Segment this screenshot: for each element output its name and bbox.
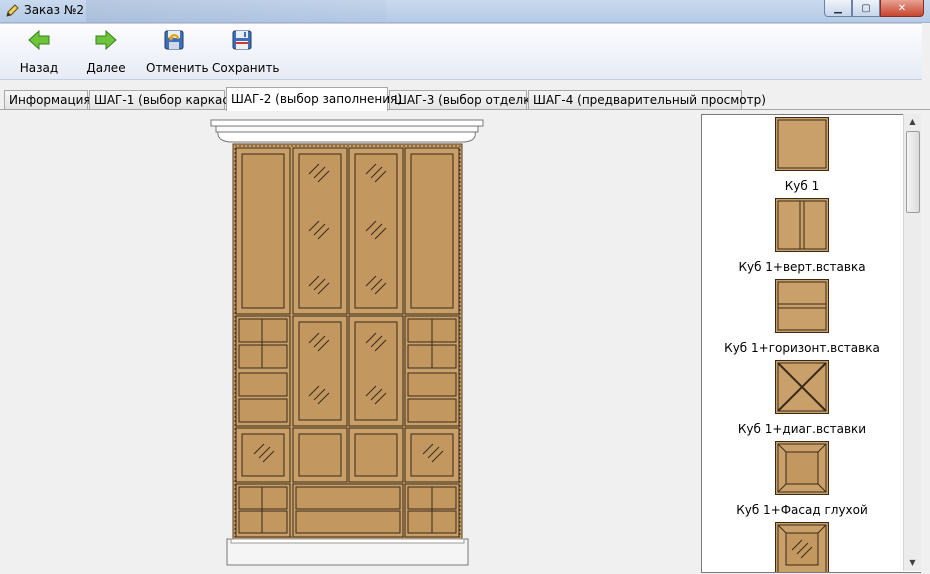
fill-palette: Куб 1 Куб 1+верт.вставка Куб 1+горизонт.… [701, 114, 921, 573]
tab-information[interactable]: Информация [4, 90, 91, 109]
tab-step-1[interactable]: ШАГ-1 (выбор каркаса) [89, 90, 241, 109]
palette-item-cube1-solid-facade[interactable]: Куб 1+Фасад глухой [702, 441, 902, 517]
cancel-button[interactable]: Отменить [146, 28, 209, 75]
cube-solid-facade-icon [775, 441, 829, 495]
chevron-up-icon: ▲ [909, 117, 916, 126]
tab-step-3[interactable]: ШАГ-3 (выбор отделки) [389, 90, 543, 109]
next-label: Далее [86, 61, 126, 75]
cube-glass-facade-icon [775, 522, 829, 572]
scroll-down-button[interactable]: ▼ [904, 555, 921, 571]
cube-vertical-insert-icon [775, 198, 829, 252]
palette-item-label: Куб 1+диаг.вставки [737, 422, 867, 436]
title-bar: Заказ №2 ▁ ▢ ✕ [0, 0, 930, 23]
cancel-label: Отменить [146, 61, 209, 75]
palette-scrollbar[interactable]: ▲ ▼ [903, 114, 921, 571]
palette-item-cube1-vertical[interactable]: Куб 1+верт.вставка [702, 198, 902, 274]
maximize-button[interactable]: ▢ [852, 0, 880, 17]
minimize-icon: ▁ [834, 2, 842, 14]
scroll-thumb[interactable] [906, 131, 920, 213]
palette-item-label: Куб 1 [784, 179, 820, 193]
scroll-up-button[interactable]: ▲ [904, 114, 921, 130]
save-button[interactable]: Сохранить [212, 28, 280, 75]
palette-item-label: Куб 1+Фасад глухой [736, 503, 868, 517]
back-button[interactable]: Назад [18, 28, 60, 75]
palette-item-cube1[interactable]: Куб 1 [702, 117, 902, 193]
palette-item-cube1-horizontal[interactable]: Куб 1+горизонт.вставка [702, 279, 902, 355]
toolbar: Назад Далее Отменить Сохранить [0, 23, 924, 80]
minimize-button[interactable]: ▁ [824, 0, 852, 17]
save-label: Сохранить [212, 61, 280, 75]
undo-disk-icon [164, 30, 184, 50]
window-title: Заказ №2 [24, 3, 84, 17]
cube-horizontal-insert-icon [775, 279, 829, 333]
lower-middle-row[interactable] [235, 427, 460, 483]
palette-item-cube1-diagonal[interactable]: Куб 1+диаг.вставки [702, 360, 902, 436]
tab-step-4[interactable]: ШАГ-4 (предварительный просмотр) [528, 90, 766, 109]
pencil-app-icon [6, 4, 19, 17]
middle-section[interactable] [235, 315, 460, 427]
maximize-icon: ▢ [861, 2, 871, 14]
cube-diagonal-insert-icon [775, 360, 829, 414]
tab-step-2[interactable]: ШАГ-2 (выбор заполнения) [226, 87, 402, 111]
arrow-right-icon [95, 29, 117, 51]
back-label: Назад [19, 61, 59, 75]
cube-plain-icon [775, 117, 829, 171]
arrow-left-icon [28, 29, 50, 51]
chevron-down-icon: ▼ [909, 558, 916, 567]
close-icon: ✕ [897, 2, 907, 14]
bottom-drawers[interactable] [235, 483, 460, 538]
upper-doors[interactable] [235, 147, 460, 315]
palette-item-cube1-glass-facade[interactable] [702, 522, 902, 572]
close-button[interactable]: ✕ [880, 0, 924, 17]
cabinet-drawing[interactable] [4, 111, 696, 571]
save-disk-icon [232, 30, 252, 50]
palette-item-label: Куб 1+верт.вставка [738, 260, 866, 274]
palette-item-label: Куб 1+горизонт.вставка [724, 341, 880, 355]
next-button[interactable]: Далее [85, 28, 127, 75]
cabinet-canvas[interactable] [4, 111, 696, 571]
